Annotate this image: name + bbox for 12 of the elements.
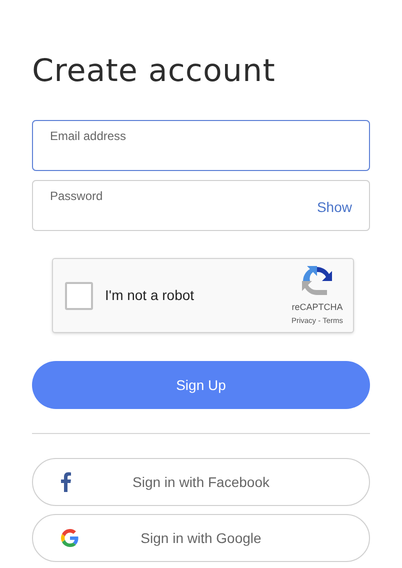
facebook-icon (61, 472, 71, 492)
page-title: Create account (32, 52, 276, 90)
facebook-sign-in-button[interactable]: Sign in with Facebook (32, 458, 370, 506)
google-icon (61, 529, 79, 547)
sign-up-button[interactable]: Sign Up (32, 361, 370, 409)
show-password-button[interactable]: Show (316, 197, 352, 218)
captcha-checkbox[interactable] (65, 282, 93, 310)
google-sign-in-button[interactable]: Sign in with Google (32, 514, 370, 562)
recaptcha-brand: reCAPTCHA (292, 301, 343, 314)
recaptcha-logo-icon (301, 265, 334, 298)
email-field[interactable]: Email address (32, 120, 370, 171)
captcha-label: I'm not a robot (105, 286, 196, 305)
